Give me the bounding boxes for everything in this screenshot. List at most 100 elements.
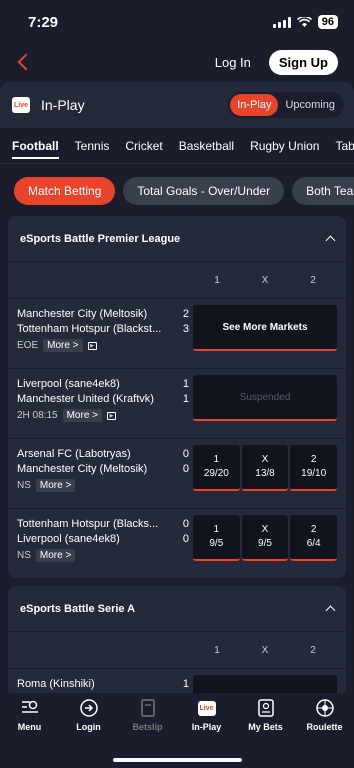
league-title: eSports Battle Premier League [20, 232, 181, 245]
match-row[interactable]: Roma (Kinshiki) 1 [8, 668, 346, 696]
wifi-icon [296, 16, 312, 27]
league-header[interactable]: eSports Battle Serie A [8, 586, 346, 632]
nav-login[interactable]: Login [64, 699, 114, 768]
home-score: 1 [182, 678, 189, 690]
status-icons: 96 [272, 15, 338, 29]
match-row[interactable]: Arsenal FC (Labotryas) 0 Manchester City … [8, 438, 346, 508]
odds-button-home[interactable]: 1 29/20 [193, 445, 240, 491]
odds-button-draw[interactable]: X 13/8 [241, 445, 289, 491]
odds-group: 1 9/5 X 9/5 2 6/4 [193, 515, 338, 561]
live-icon: Live [12, 97, 30, 113]
league-header[interactable]: eSports Battle Premier League [8, 216, 346, 262]
col-away: 2 [310, 644, 316, 656]
odds-column-headers: 1 X 2 [8, 632, 346, 668]
home-team: Liverpool (sane4ek8) [17, 378, 120, 390]
match-teams: Roma (Kinshiki) 1 [17, 677, 189, 692]
tab-table-tennis[interactable]: Table Tennis [335, 139, 354, 153]
pill-both-teams[interactable]: Both Teams [292, 177, 354, 205]
toggle-inplay[interactable]: In-Play [230, 94, 279, 116]
away-team: Tottenham Hotspur (Blackst... [17, 323, 162, 335]
nav-roulette[interactable]: Roulette [300, 699, 350, 768]
tab-rugby-union[interactable]: Rugby Union [250, 139, 319, 153]
home-indicator [113, 758, 242, 762]
more-link[interactable]: More > [62, 409, 102, 422]
tab-cricket[interactable]: Cricket [125, 139, 162, 153]
match-row[interactable]: Liverpool (sane4ek8) 1 Manchester United … [8, 368, 346, 438]
odds-column-headers: 1 X 2 [8, 262, 346, 298]
odds-button-home[interactable]: 1 9/5 [193, 515, 240, 561]
match-teams: Tottenham Hotspur (Blacks... 0 Liverpool … [17, 517, 189, 562]
live-icon: Live [197, 699, 216, 717]
away-score: 0 [182, 533, 189, 545]
odds-group: 1 29/20 X 13/8 2 19/10 [193, 445, 338, 491]
signal-icon [272, 16, 291, 28]
market-filter: Match Betting Total Goals - Over/Under B… [0, 177, 354, 205]
my-bets-icon [257, 699, 274, 717]
odds-button-away[interactable]: 2 6/4 [290, 515, 338, 561]
home-team: Tottenham Hotspur (Blacks... [17, 518, 159, 530]
pill-total-goals[interactable]: Total Goals - Over/Under [123, 177, 285, 205]
league-card: eSports Battle Serie A 1 X 2 Roma (Kinsh… [8, 586, 346, 696]
league-title: eSports Battle Serie A [20, 602, 136, 615]
inplay-upcoming-toggle: In-Play Upcoming [228, 92, 344, 118]
match-row[interactable]: Tottenham Hotspur (Blacks... 0 Liverpool … [8, 508, 346, 578]
away-team: Liverpool (sane4ek8) [17, 533, 120, 545]
away-score: 0 [182, 463, 189, 475]
match-teams: Liverpool (sane4ek8) 1 Manchester United … [17, 377, 189, 422]
suspended-market: Suspended [193, 375, 337, 421]
col-draw: X [261, 274, 269, 286]
home-score: 1 [182, 378, 189, 390]
signup-button[interactable]: Sign Up [268, 49, 338, 75]
col-home: 1 [214, 274, 220, 286]
match-row[interactable]: Manchester City (Meltosik) 2 Tottenham Ho… [8, 298, 346, 368]
more-link[interactable]: More > [35, 479, 76, 492]
see-more-markets-button[interactable]: See More Markets [193, 305, 337, 351]
status-time: 7:29 [28, 13, 59, 31]
menu-search-icon [21, 700, 38, 713]
odds-button-draw[interactable]: X 9/5 [241, 515, 289, 561]
pill-match-betting[interactable]: Match Betting [14, 177, 116, 205]
chevron-up-icon[interactable] [325, 605, 336, 615]
col-draw: X [261, 644, 269, 656]
col-away: 2 [310, 274, 316, 286]
home-score: 2 [182, 308, 189, 320]
nav-menu[interactable]: Menu [5, 699, 55, 768]
away-team: Manchester City (Meltosik) [17, 463, 148, 475]
toggle-upcoming[interactable]: Upcoming [278, 94, 342, 116]
chevron-up-icon[interactable] [325, 235, 336, 245]
home-team: Roma (Kinshiki) [17, 678, 95, 690]
match-status: NS [17, 480, 31, 491]
away-score: 1 [182, 393, 189, 405]
match-teams: Arsenal FC (Labotryas) 0 Manchester City … [17, 447, 189, 492]
roulette-icon [315, 699, 334, 717]
tab-football[interactable]: Football [12, 139, 59, 159]
home-score: 0 [182, 518, 189, 530]
col-home: 1 [214, 644, 220, 656]
match-teams: Manchester City (Meltosik) 2 Tottenham Ho… [17, 307, 189, 352]
home-team: Arsenal FC (Labotryas) [17, 448, 131, 460]
nav-my-bets[interactable]: My Bets [241, 699, 291, 768]
league-card: eSports Battle Premier League 1 X 2 Manc… [8, 216, 346, 578]
away-team: Manchester United (Kraftvk) [17, 393, 154, 405]
more-link[interactable]: More > [43, 339, 83, 352]
back-icon[interactable] [17, 53, 35, 71]
match-status: 2H 08:15 [17, 410, 58, 421]
match-status: NS [17, 550, 31, 561]
login-link[interactable]: Log In [215, 55, 251, 70]
inplay-header: Live In-Play In-Play Upcoming [0, 82, 354, 128]
match-status: EOE [17, 340, 39, 351]
betslip-icon [140, 699, 155, 717]
live-stream-icon[interactable]: ▶ [107, 411, 116, 420]
home-score: 0 [182, 448, 189, 460]
page-title: In-Play [41, 97, 85, 113]
sport-tabs: Football Tennis Cricket Basketball Rugby… [0, 128, 354, 164]
live-stream-icon[interactable]: ▶ [87, 341, 97, 350]
login-icon [79, 699, 98, 717]
status-bar: 7:29 96 [0, 0, 354, 44]
tab-basketball[interactable]: Basketball [179, 139, 234, 153]
away-score: 3 [182, 323, 189, 335]
bottom-nav: Menu Login Betslip Live In-Play My Bets [0, 693, 354, 768]
odds-button-away[interactable]: 2 19/10 [290, 445, 338, 491]
more-link[interactable]: More > [35, 549, 76, 562]
tab-tennis[interactable]: Tennis [75, 139, 110, 153]
